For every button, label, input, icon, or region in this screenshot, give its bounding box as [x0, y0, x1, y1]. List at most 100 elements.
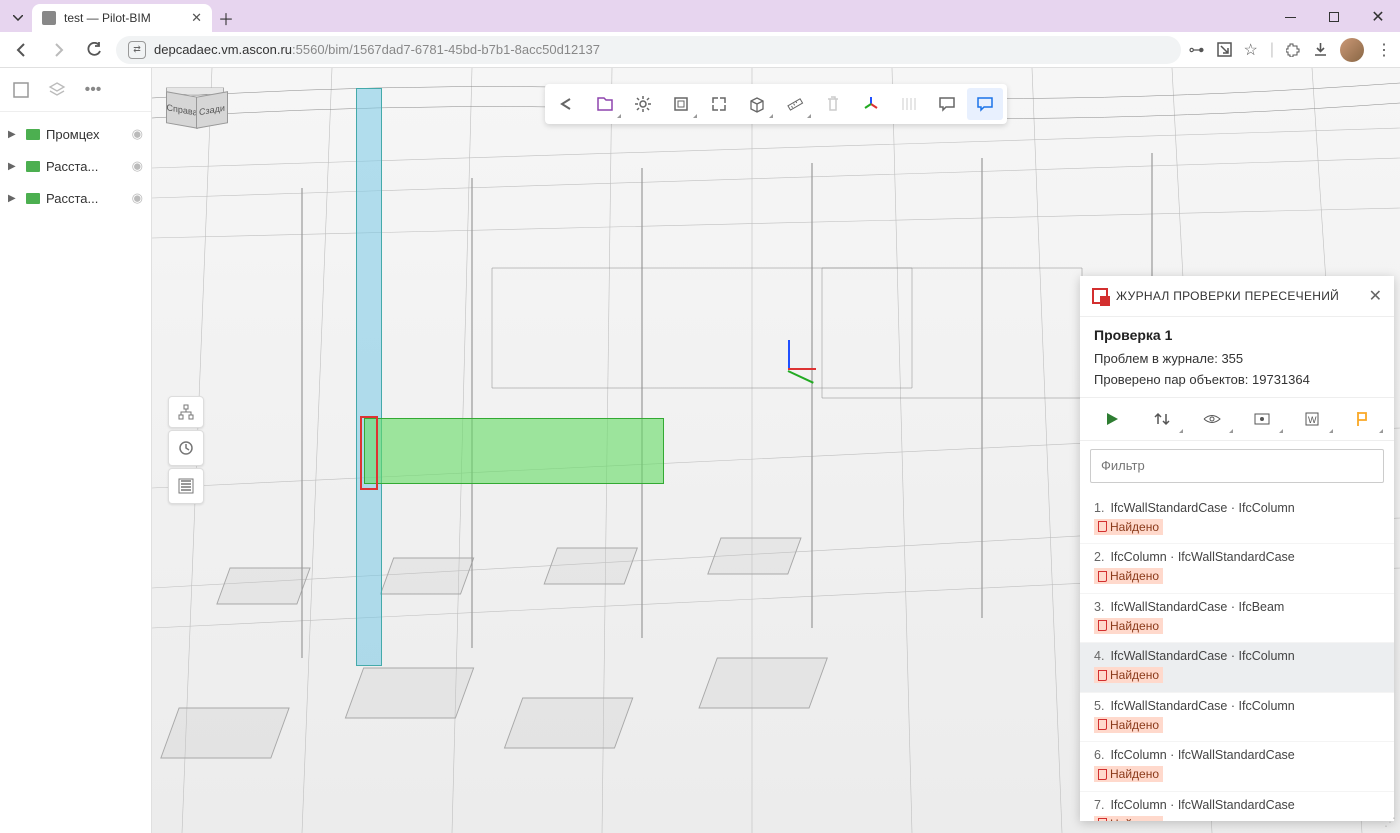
status-badge: Найдено	[1094, 519, 1163, 535]
grid-button[interactable]	[891, 88, 927, 120]
browser-tab[interactable]: test — Pilot-BIM ✕	[32, 4, 212, 32]
run-check-button[interactable]	[1088, 402, 1136, 436]
list-tool[interactable]	[168, 468, 204, 504]
more-icon[interactable]: •••	[82, 79, 104, 101]
tree-item[interactable]: ▶ Промцех ◉	[0, 118, 151, 150]
selected-beam	[364, 418, 664, 484]
status-badge: Найдено	[1094, 766, 1163, 782]
back-button[interactable]	[549, 88, 585, 120]
visibility-icon[interactable]: ◉	[132, 158, 143, 174]
expand-icon[interactable]: ▶	[8, 161, 20, 172]
layers-icon[interactable]	[46, 79, 68, 101]
flag-button[interactable]	[1338, 402, 1386, 436]
clash-check-panel: ЖУРНАЛ ПРОВЕРКИ ПЕРЕСЕЧЕНИЙ ✕ Проверка 1…	[1080, 276, 1394, 821]
nav-cube[interactable]: Справа Сзади	[166, 84, 224, 134]
tree-item[interactable]: ▶ Расста... ◉	[0, 150, 151, 182]
clash-item[interactable]: 1.IfcWallStandardCase · IfcColumnНайдено	[1080, 495, 1394, 545]
install-icon[interactable]	[1217, 42, 1232, 57]
nav-forward-button[interactable]	[44, 36, 72, 64]
status-badge: Найдено	[1094, 816, 1163, 821]
clash-item[interactable]: 2.IfcColumn · IfcWallStandardCaseНайдено	[1080, 544, 1394, 594]
folder-icon	[26, 161, 40, 172]
measure-button[interactable]	[777, 88, 813, 120]
url-text: depcadaec.vm.ascon.ru:5560/bim/1567dad7-…	[154, 42, 600, 57]
visibility-icon[interactable]: ◉	[132, 126, 143, 142]
settings-button[interactable]	[625, 88, 661, 120]
window-close-button[interactable]: ✕	[1356, 2, 1400, 32]
model-tree-sidebar: ••• ▶ Промцех ◉ ▶ Расста... ◉ ▶ Расста... ◉	[0, 68, 152, 833]
comment-button[interactable]	[929, 88, 965, 120]
svg-text:W: W	[1308, 415, 1317, 425]
resize-grip-icon[interactable]: ⋰	[1384, 815, 1396, 829]
nav-back-button[interactable]	[8, 36, 36, 64]
expand-icon[interactable]: ▶	[8, 193, 20, 204]
expand-icon[interactable]: ▶	[8, 129, 20, 140]
navcube-right-face[interactable]: Справа	[166, 91, 198, 129]
expand-button[interactable]	[701, 88, 737, 120]
new-tab-button[interactable]: ＋	[212, 4, 240, 32]
tab-dropdown[interactable]	[4, 4, 32, 32]
visibility-icon[interactable]: ◉	[132, 190, 143, 206]
flag-icon	[1098, 769, 1107, 780]
navcube-back-face[interactable]: Сзади	[196, 91, 228, 129]
flag-icon	[1098, 719, 1107, 730]
focus-button[interactable]	[1238, 402, 1286, 436]
report-button[interactable]: W	[1288, 402, 1336, 436]
profile-avatar[interactable]	[1340, 38, 1364, 62]
browser-address-bar: ⇄ depcadaec.vm.ascon.ru:5560/bim/1567dad…	[0, 32, 1400, 68]
flag-icon	[1098, 571, 1107, 582]
tab-title: test — Pilot-BIM	[64, 11, 183, 25]
box-button[interactable]	[739, 88, 775, 120]
status-badge: Найдено	[1094, 568, 1163, 584]
window-minimize-button[interactable]	[1268, 2, 1312, 32]
axes-button[interactable]	[853, 88, 889, 120]
tree-item[interactable]: ▶ Расста... ◉	[0, 182, 151, 214]
tree-icon[interactable]	[10, 79, 32, 101]
folder-icon	[26, 129, 40, 140]
close-panel-button[interactable]: ✕	[1369, 286, 1382, 306]
flag-icon	[1098, 521, 1107, 532]
download-icon[interactable]	[1313, 42, 1328, 57]
clash-outline	[360, 416, 378, 490]
status-badge: Найдено	[1094, 667, 1163, 683]
check-name: Проверка 1	[1094, 327, 1380, 343]
menu-icon[interactable]: ⋮	[1376, 40, 1392, 60]
clash-comment-button[interactable]	[967, 88, 1003, 120]
problems-stat: Проблем в журнале: 355	[1094, 349, 1380, 370]
tree-item-label: Расста...	[46, 191, 126, 206]
section-button[interactable]	[663, 88, 699, 120]
address-input[interactable]: ⇄ depcadaec.vm.ascon.ru:5560/bim/1567dad…	[116, 36, 1181, 64]
hierarchy-tool[interactable]	[168, 396, 204, 428]
extensions-icon[interactable]	[1286, 42, 1301, 57]
tree-item-label: Расста...	[46, 159, 126, 174]
clash-item[interactable]: 4.IfcWallStandardCase · IfcColumnНайдено	[1080, 643, 1394, 693]
history-tool[interactable]	[168, 430, 204, 466]
filter-input[interactable]	[1090, 449, 1384, 483]
clash-panel-title: ЖУРНАЛ ПРОВЕРКИ ПЕРЕСЕЧЕНИЙ	[1116, 289, 1361, 303]
nav-reload-button[interactable]	[80, 36, 108, 64]
delete-button[interactable]	[815, 88, 851, 120]
status-badge: Найдено	[1094, 717, 1163, 733]
clash-results-list[interactable]: 1.IfcWallStandardCase · IfcColumnНайдено…	[1080, 491, 1394, 821]
close-tab-icon[interactable]: ✕	[191, 10, 202, 26]
flag-icon	[1098, 620, 1107, 631]
tree-item-label: Промцех	[46, 127, 126, 142]
key-icon[interactable]: ⊶	[1189, 40, 1205, 60]
site-info-icon[interactable]: ⇄	[128, 41, 146, 59]
open-model-button[interactable]	[587, 88, 623, 120]
clash-icon	[1092, 288, 1108, 304]
sort-button[interactable]	[1138, 402, 1186, 436]
folder-icon	[26, 193, 40, 204]
bookmark-icon[interactable]: ☆	[1244, 40, 1258, 60]
window-maximize-button[interactable]	[1312, 2, 1356, 32]
favicon-icon	[42, 11, 56, 25]
clash-item[interactable]: 5.IfcWallStandardCase · IfcColumnНайдено	[1080, 693, 1394, 743]
browser-tab-strip: test — Pilot-BIM ✕ ＋ ✕	[0, 0, 1400, 32]
flag-icon	[1098, 670, 1107, 681]
visibility-button[interactable]	[1188, 402, 1236, 436]
3d-viewport[interactable]: Справа Сзади ЖУРН	[152, 68, 1400, 833]
clash-item[interactable]: 3.IfcWallStandardCase · IfcBeamНайдено	[1080, 594, 1394, 644]
clash-item[interactable]: 7.IfcColumn · IfcWallStandardCaseНайдено	[1080, 792, 1394, 821]
selected-column	[356, 88, 382, 666]
clash-item[interactable]: 6.IfcColumn · IfcWallStandardCaseНайдено	[1080, 742, 1394, 792]
